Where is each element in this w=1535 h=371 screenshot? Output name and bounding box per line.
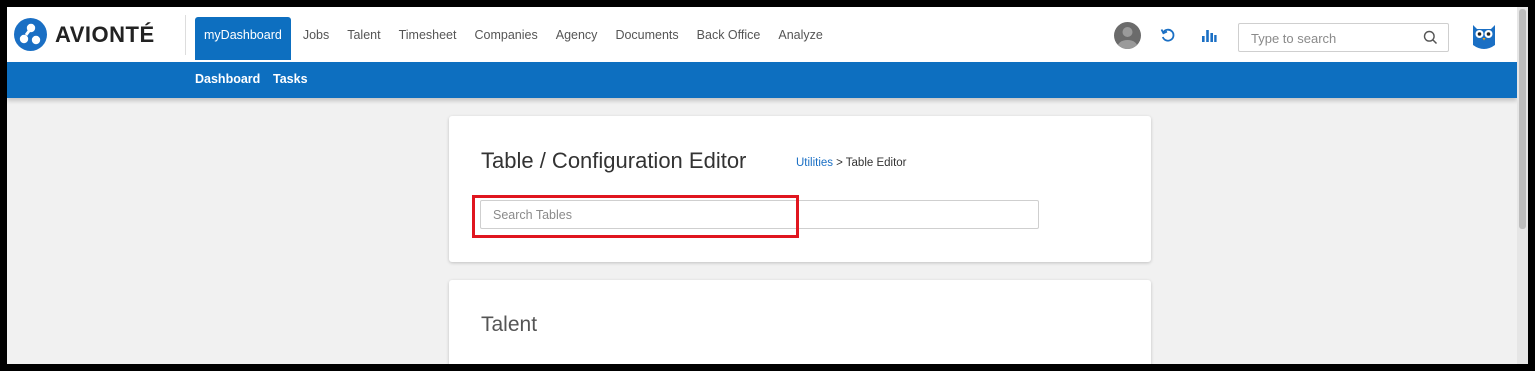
divider: [185, 15, 186, 55]
nav-item-analyze[interactable]: Analyze: [769, 17, 831, 60]
nav-item-companies[interactable]: Companies: [466, 17, 547, 60]
owl-mascot-icon[interactable]: [1471, 21, 1497, 56]
nav-item-jobs[interactable]: Jobs: [294, 17, 338, 60]
section-title-talent: Talent: [481, 313, 538, 336]
avionte-logo-icon: [14, 18, 47, 51]
top-navbar: AVIONTÉ myDashboard Jobs Talent Timeshee…: [7, 7, 1517, 62]
refresh-icon[interactable]: [1160, 27, 1176, 48]
search-icon[interactable]: [1423, 30, 1438, 50]
user-avatar-icon[interactable]: [1114, 22, 1141, 49]
page-title: Table / Configuration Editor: [481, 148, 747, 173]
app-window: AVIONTÉ myDashboard Jobs Talent Timeshee…: [7, 7, 1517, 364]
breadcrumb-current: Table Editor: [845, 157, 907, 169]
bar-chart-icon[interactable]: [1201, 27, 1217, 48]
sub-navbar: Dashboard Tasks: [7, 62, 1517, 98]
subnav-item-tasks[interactable]: Tasks: [273, 72, 308, 86]
editor-card: Table / Configuration Editor Utilities > T…: [449, 116, 1151, 262]
nav-item-back-office[interactable]: Back Office: [688, 17, 770, 60]
breadcrumb: Utilities > Table Editor: [796, 157, 907, 169]
scrollbar-thumb[interactable]: [1519, 9, 1526, 229]
brand-logo[interactable]: AVIONTÉ: [14, 18, 155, 51]
nav-item-mydashboard[interactable]: myDashboard: [195, 17, 291, 60]
nav-item-timesheet[interactable]: Timesheet: [390, 17, 466, 60]
vertical-scrollbar[interactable]: [1517, 7, 1528, 364]
brand-name: AVIONTÉ: [55, 21, 155, 47]
nav-item-talent[interactable]: Talent: [338, 17, 389, 60]
nav-item-documents[interactable]: Documents: [606, 17, 687, 60]
nav-item-agency[interactable]: Agency: [547, 17, 607, 60]
global-search-input[interactable]: [1251, 29, 1421, 47]
highlight-annotation: [472, 195, 799, 238]
subnav-item-dashboard[interactable]: Dashboard: [195, 72, 260, 86]
breadcrumb-separator: >: [836, 157, 843, 169]
talent-section-card: Talent: [449, 280, 1151, 364]
global-search-field[interactable]: [1238, 23, 1449, 52]
breadcrumb-link-utilities[interactable]: Utilities: [796, 157, 833, 169]
main-nav: myDashboard Jobs Talent Timesheet Compan…: [195, 17, 832, 60]
